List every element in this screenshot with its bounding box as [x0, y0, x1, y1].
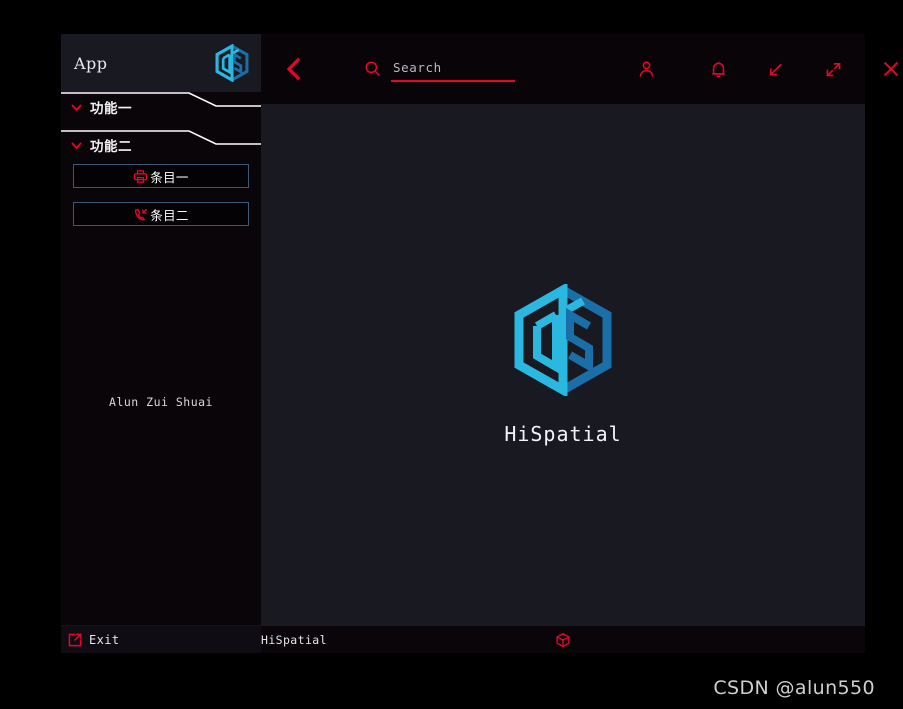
sidebar-menu-label-1: 功能一 [90, 101, 132, 117]
printer-icon [134, 169, 148, 183]
close-x-icon [883, 61, 899, 77]
search-input[interactable] [391, 59, 517, 80]
sidebar-menu-group-2[interactable]: 功能二 [61, 130, 261, 160]
search-area [364, 57, 517, 82]
sidebar-item-label-2: 条目二 [150, 207, 189, 223]
chevron-left-icon [286, 57, 301, 81]
chevron-down-icon[interactable] [70, 101, 83, 114]
statusbar: HiSpatial [261, 626, 865, 653]
maximize-button[interactable] [816, 52, 850, 86]
main-pane: HiSpatial HiSpatial [261, 34, 899, 653]
hispatial-cube-logo-icon [513, 284, 613, 396]
sidebar-footer[interactable]: Exit [61, 625, 261, 653]
bell-icon [711, 61, 725, 77]
user-account-button[interactable] [629, 52, 663, 86]
exit-external-link-icon[interactable] [67, 632, 83, 648]
csdn-watermark: CSDN @alun550 [713, 677, 875, 699]
sidebar-menu-label-2: 功能二 [90, 139, 132, 155]
arrow-down-left-icon [769, 63, 782, 75]
search-underline [391, 79, 515, 82]
sidebar: App 功能一 功能二 条目一 条目二 Alun Zui Shuai Exit [61, 34, 261, 653]
sidebar-header: App [61, 34, 261, 92]
statusbar-label: HiSpatial [261, 632, 327, 647]
toolbar-actions [577, 52, 903, 86]
sidebar-item-label-1: 条目一 [150, 169, 189, 185]
app-window: App 功能一 功能二 条目一 条目二 Alun Zui Shuai Exit … [61, 34, 899, 653]
search-field [391, 57, 517, 82]
sidebar-item-tiaomu-yi[interactable]: 条目一 [73, 164, 249, 188]
minimize-button[interactable] [758, 52, 792, 86]
brand-title: HiSpatial [504, 422, 622, 446]
toolbar [261, 34, 899, 104]
notifications-button[interactable] [701, 52, 735, 86]
sidebar-item-tiaomu-er[interactable]: 条目二 [73, 202, 249, 226]
user-icon [639, 60, 653, 77]
back-button[interactable] [283, 54, 305, 84]
chevron-down-icon[interactable] [70, 139, 83, 152]
app-title: App [74, 53, 108, 73]
content-area: HiSpatial [261, 104, 865, 626]
hispatial-cube-logo-icon [213, 44, 251, 82]
sidebar-user-name: Alun Zui Shuai [109, 395, 213, 409]
cube-outline-icon[interactable] [555, 632, 571, 648]
arrows-diagonal-expand-icon [826, 62, 840, 76]
exit-label: Exit [89, 632, 120, 647]
sidebar-menu-group-1[interactable]: 功能一 [61, 92, 261, 122]
sidebar-body-spacer: Alun Zui Shuai [61, 240, 261, 625]
sidebar-item-list: 条目一 条目二 [61, 164, 261, 240]
phone-incoming-icon [135, 208, 148, 220]
search-icon[interactable] [364, 60, 381, 77]
close-button[interactable] [874, 52, 903, 86]
